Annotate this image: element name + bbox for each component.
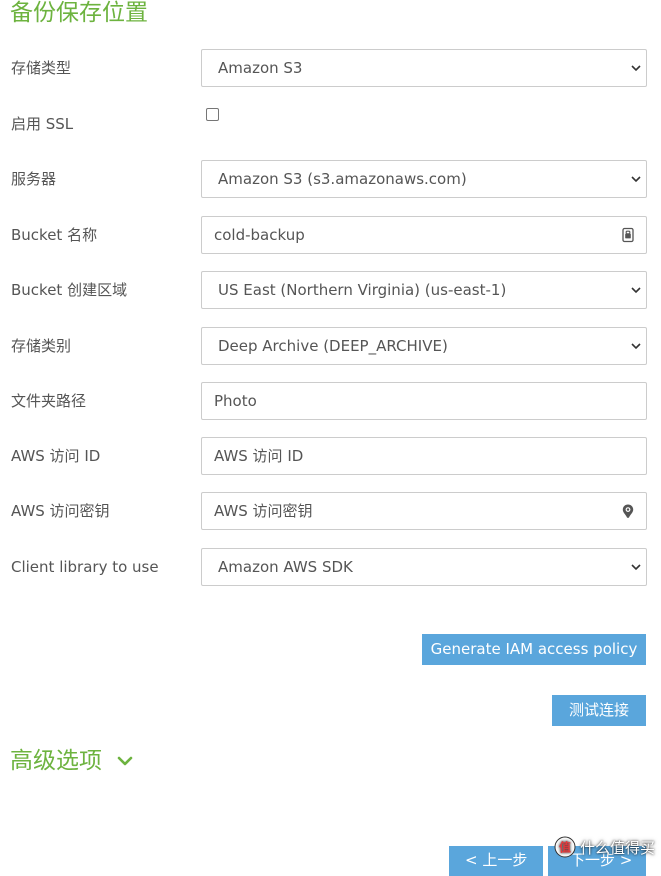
client-library-select[interactable]: Amazon AWS SDK (201, 548, 647, 586)
bucket-region-row: Bucket 创建区域 US East (Northern Virginia) … (0, 271, 661, 309)
password-manager-icon[interactable] (620, 227, 636, 243)
server-value: Amazon S3 (s3.amazonaws.com) (218, 170, 467, 188)
bucket-name-label: Bucket 名称 (11, 226, 98, 244)
client-library-label: Client library to use (11, 558, 159, 576)
aws-access-id-placeholder: AWS 访问 ID (214, 447, 304, 465)
storage-type-label: 存储类型 (11, 59, 72, 77)
folder-path-input[interactable]: Photo (201, 382, 647, 420)
enable-ssl-label: 启用 SSL (11, 115, 74, 133)
generate-iam-policy-button[interactable]: Generate IAM access policy (422, 634, 646, 665)
aws-secret-key-placeholder: AWS 访问密钥 (214, 502, 313, 520)
chevron-down-icon (631, 343, 641, 350)
enable-ssl-row: 启用 SSL (0, 105, 661, 143)
aws-access-id-label: AWS 访问 ID (11, 447, 101, 465)
previous-step-button[interactable]: < 上一步 (449, 846, 543, 876)
watermark: 值 什么值得买 (554, 834, 655, 860)
bucket-name-row: Bucket 名称 cold-backup (0, 216, 661, 254)
test-connection-button[interactable]: 测试连接 (552, 695, 646, 726)
folder-path-label: 文件夹路径 (11, 392, 87, 410)
storage-type-row: 存储类型 Amazon S3 (0, 49, 661, 87)
enable-ssl-checkbox[interactable] (206, 108, 219, 121)
storage-class-value: Deep Archive (DEEP_ARCHIVE) (218, 337, 448, 355)
bucket-region-select[interactable]: US East (Northern Virginia) (us-east-1) (201, 271, 647, 309)
password-visibility-icon[interactable] (620, 503, 636, 519)
bucket-name-input[interactable]: cold-backup (201, 216, 647, 254)
storage-class-select[interactable]: Deep Archive (DEEP_ARCHIVE) (201, 327, 647, 365)
aws-access-id-row: AWS 访问 ID AWS 访问 ID (0, 437, 661, 475)
storage-class-label: 存储类别 (11, 337, 72, 355)
storage-type-select[interactable]: Amazon S3 (201, 49, 647, 87)
chevron-down-icon (631, 176, 641, 183)
bucket-name-value: cold-backup (214, 226, 305, 244)
client-library-row: Client library to use Amazon AWS SDK (0, 548, 661, 586)
aws-access-id-input[interactable]: AWS 访问 ID (201, 437, 647, 475)
smzdm-logo-icon: 值 (554, 836, 576, 858)
bucket-region-value: US East (Northern Virginia) (us-east-1) (218, 281, 507, 299)
folder-path-row: 文件夹路径 Photo (0, 382, 661, 420)
storage-class-row: 存储类别 Deep Archive (DEEP_ARCHIVE) (0, 327, 661, 365)
advanced-options-toggle[interactable]: 高级选项 (10, 744, 102, 778)
aws-secret-key-row: AWS 访问密钥 AWS 访问密钥 (0, 492, 661, 530)
folder-path-value: Photo (214, 392, 257, 410)
storage-type-value: Amazon S3 (218, 59, 303, 77)
chevron-down-icon[interactable] (117, 755, 133, 767)
chevron-down-icon (631, 564, 641, 571)
aws-secret-key-input[interactable]: AWS 访问密钥 (201, 492, 647, 530)
server-label: 服务器 (11, 170, 57, 188)
client-library-value: Amazon AWS SDK (218, 558, 353, 576)
svg-text:值: 值 (559, 840, 571, 855)
bucket-region-label: Bucket 创建区域 (11, 281, 128, 299)
server-select[interactable]: Amazon S3 (s3.amazonaws.com) (201, 160, 647, 198)
chevron-down-icon (631, 65, 641, 72)
server-row: 服务器 Amazon S3 (s3.amazonaws.com) (0, 160, 661, 198)
watermark-text: 什么值得买 (579, 838, 655, 857)
aws-secret-key-label: AWS 访问密钥 (11, 502, 110, 520)
chevron-down-icon (631, 287, 641, 294)
section-title: 备份保存位置 (10, 0, 148, 26)
